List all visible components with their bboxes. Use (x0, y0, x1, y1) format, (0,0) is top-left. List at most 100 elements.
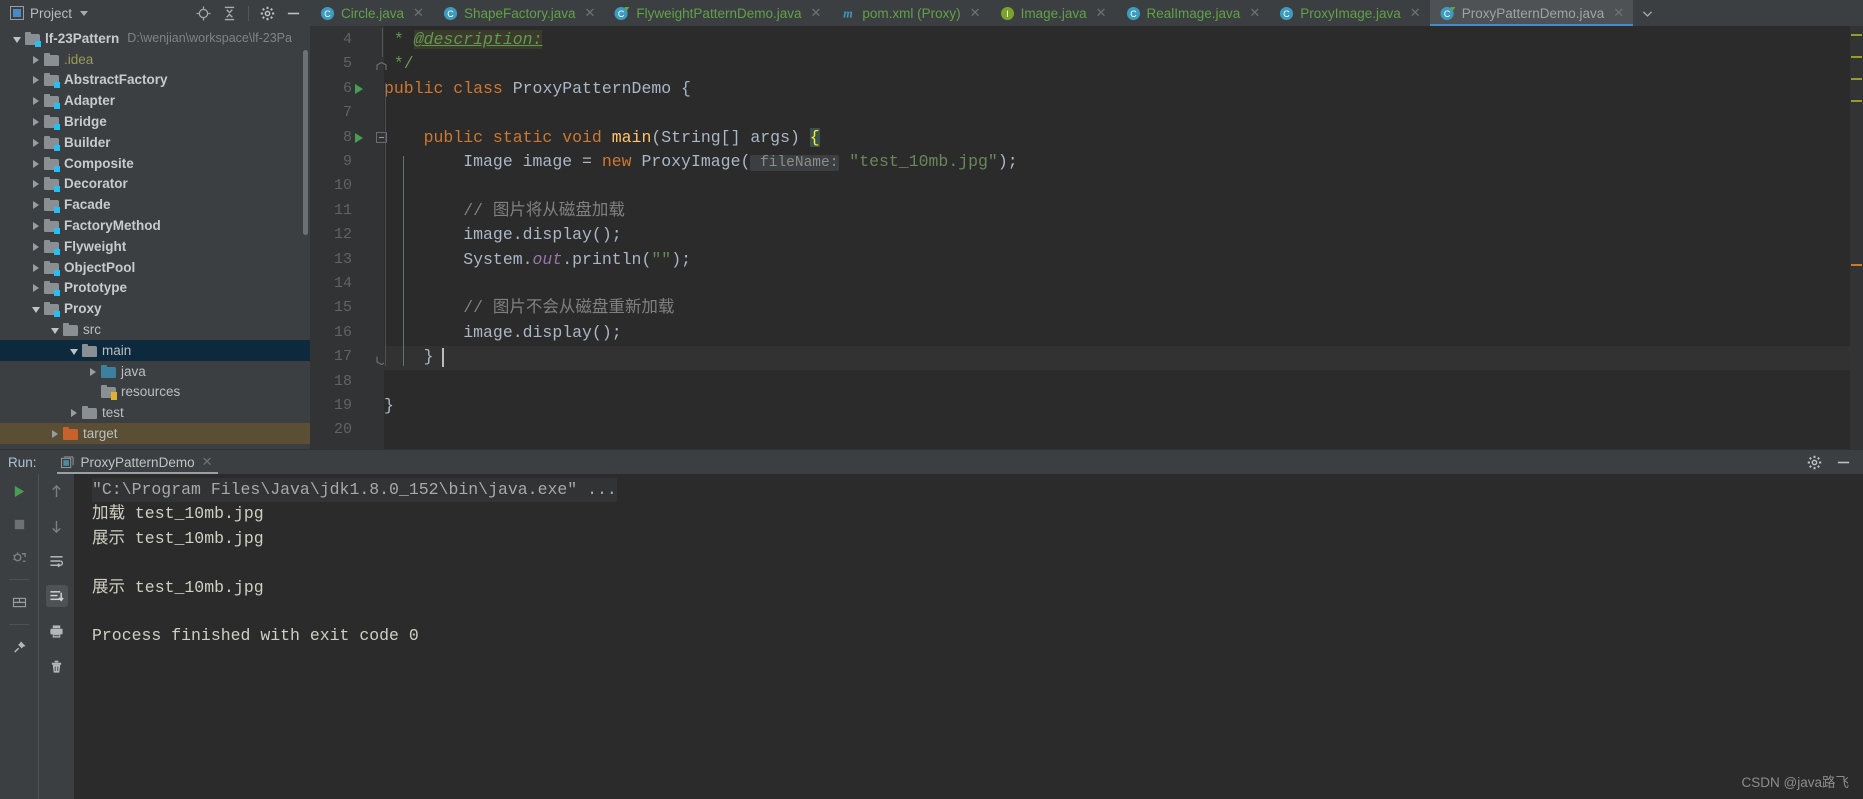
close-icon[interactable]: ✕ (1410, 5, 1421, 21)
tree-item-adapter[interactable]: Adapter (0, 90, 310, 111)
prev-occurrence-button[interactable] (46, 480, 68, 502)
run-toolbar-left[interactable] (0, 474, 38, 799)
editor-tab-realimage-java[interactable]: C RealImage.java ✕ (1116, 0, 1270, 26)
collapse-arrow-icon[interactable] (47, 322, 63, 337)
close-icon[interactable]: ✕ (413, 5, 424, 21)
tree-item-builder[interactable]: Builder (0, 132, 310, 153)
expand-arrow-icon[interactable] (28, 176, 44, 191)
editor-gutter[interactable]: 4 5 6 7 8 9 10 11 12 13 14 15 16 17 18 19 20 (310, 26, 387, 449)
tree-item-proxy[interactable]: Proxy (0, 298, 310, 319)
close-icon[interactable]: ✕ (585, 5, 596, 21)
expand-arrow-icon[interactable] (28, 260, 44, 275)
tree-item-abstractfactory[interactable]: AbstractFactory (0, 70, 310, 91)
code-line-4: * @description: (384, 28, 543, 52)
code-analysis-marker[interactable] (1851, 78, 1862, 80)
expand-arrow-icon[interactable] (28, 197, 44, 212)
expand-arrow-icon[interactable] (66, 405, 82, 420)
next-occurrence-button[interactable] (46, 515, 68, 537)
run-line-marker-icon[interactable] (355, 83, 363, 94)
editor-tab-proxypatterndemo-java[interactable]: C ProxyPatternDemo.java ✕ (1429, 0, 1634, 26)
crosshair-locate-icon[interactable] (196, 5, 211, 21)
code-line-15: // 图片不会从磁盘重新加载 (384, 296, 674, 320)
expand-arrow-icon[interactable] (85, 364, 101, 379)
pin-button[interactable] (8, 636, 30, 658)
expand-arrow-icon[interactable] (28, 52, 44, 67)
project-tree[interactable]: lf-23Pattern D:\wenjian\workspace\lf-23Pa… (0, 26, 310, 449)
tree-item-prototype[interactable]: Prototype (0, 278, 310, 299)
code-editor[interactable]: 4 5 6 7 8 9 10 11 12 13 14 15 16 17 18 19 20 * @descript… (310, 26, 1863, 449)
tree-item-facade[interactable]: Facade (0, 194, 310, 215)
scroll-to-end-button[interactable] (45, 585, 68, 607)
tree-item-objectpool[interactable]: ObjectPool (0, 257, 310, 278)
tree-item-factorymethod[interactable]: FactoryMethod (0, 215, 310, 236)
tree-item-main[interactable]: main (0, 340, 310, 361)
collapse-all-icon[interactable] (222, 6, 237, 21)
run-line-marker-icon[interactable] (355, 132, 363, 143)
tree-item-resources[interactable]: resources (0, 382, 310, 403)
tree-item-lf-23pattern[interactable]: lf-23Pattern D:\wenjian\workspace\lf-23Pa (0, 28, 310, 49)
collapse-arrow-icon[interactable] (66, 343, 82, 358)
expand-arrow-icon[interactable] (28, 156, 44, 171)
chevron-down-icon[interactable] (1633, 0, 1662, 26)
code-text-area[interactable]: * @description: */ public class ProxyPatt… (384, 26, 1863, 449)
code-analysis-marker[interactable] (1851, 56, 1862, 58)
close-icon[interactable]: ✕ (810, 5, 821, 21)
expand-arrow-icon[interactable] (47, 426, 63, 441)
tree-item-label: src (83, 322, 101, 338)
editor-tab-circle-java[interactable]: C Circle.java ✕ (310, 0, 433, 26)
tree-item-decorator[interactable]: Decorator (0, 174, 310, 195)
module-folder-icon (44, 198, 60, 214)
minimize-icon[interactable] (1836, 455, 1851, 470)
collapse-arrow-icon[interactable] (9, 31, 25, 46)
run-configuration-tab[interactable]: ProxyPatternDemo ✕ (55, 450, 221, 474)
expand-arrow-icon[interactable] (28, 72, 44, 87)
rerun-button[interactable] (8, 480, 30, 502)
editor-tab-flyweightpatterndemo-java[interactable]: C FlyweightPatternDemo.java ✕ (604, 0, 830, 26)
code-analysis-marker[interactable] (1851, 100, 1862, 102)
close-icon[interactable]: ✕ (970, 5, 981, 21)
expand-arrow-icon[interactable] (28, 135, 44, 150)
tree-item-target[interactable]: target (0, 423, 310, 444)
close-icon[interactable]: ✕ (1096, 5, 1107, 21)
editor-tab-proxyimage-java[interactable]: C ProxyImage.java ✕ (1269, 0, 1429, 26)
tree-item--idea[interactable]: .idea (0, 49, 310, 70)
print-button[interactable] (46, 620, 68, 642)
expand-arrow-icon[interactable] (28, 93, 44, 108)
editor-tab-image-java[interactable]: I Image.java ✕ (990, 0, 1116, 26)
tree-item-bridge[interactable]: Bridge (0, 111, 310, 132)
module-folder-icon (44, 239, 60, 255)
tree-item-flyweight[interactable]: Flyweight (0, 236, 310, 257)
console-output[interactable]: "C:\Program Files\Java\jdk1.8.0_152\bin\… (74, 474, 1863, 799)
editor-tab-pom-xml-proxy[interactable]: m pom.xml (Proxy) ✕ (830, 0, 989, 26)
tree-item-src[interactable]: src (0, 319, 310, 340)
gear-icon[interactable] (260, 6, 275, 21)
tree-item-test[interactable]: test (0, 402, 310, 423)
expand-arrow-icon[interactable] (28, 280, 44, 295)
layout-button[interactable] (8, 591, 30, 613)
chevron-down-icon[interactable] (80, 10, 89, 16)
rerun-failed-button[interactable] (8, 546, 30, 568)
gear-icon[interactable] (1807, 455, 1822, 470)
project-tool-icon (10, 6, 24, 20)
editor-marker-bar[interactable] (1850, 26, 1863, 449)
expand-arrow-icon[interactable] (28, 114, 44, 129)
tree-item-java[interactable]: java (0, 361, 310, 382)
expand-arrow-icon[interactable] (28, 218, 44, 233)
close-icon[interactable]: ✕ (1613, 5, 1624, 21)
code-analysis-marker[interactable] (1851, 34, 1862, 36)
soft-wrap-button[interactable] (46, 550, 68, 572)
minimize-icon[interactable] (286, 6, 301, 21)
code-analysis-marker[interactable] (1851, 264, 1862, 266)
indent-guide (385, 82, 386, 366)
close-icon[interactable]: ✕ (1249, 5, 1260, 21)
clear-all-button[interactable] (46, 655, 68, 677)
line-number: 15 (333, 299, 352, 317)
tree-item-composite[interactable]: Composite (0, 153, 310, 174)
editor-tab-shapefactory-java[interactable]: C ShapeFactory.java ✕ (433, 0, 604, 26)
collapse-arrow-icon[interactable] (28, 301, 44, 316)
run-toolbar-right[interactable] (38, 474, 74, 799)
close-icon[interactable]: ✕ (202, 454, 213, 470)
expand-arrow-icon[interactable] (28, 239, 44, 254)
code-token: // 图片不会从磁盘重新加载 (384, 298, 675, 318)
stop-button[interactable] (8, 513, 30, 535)
